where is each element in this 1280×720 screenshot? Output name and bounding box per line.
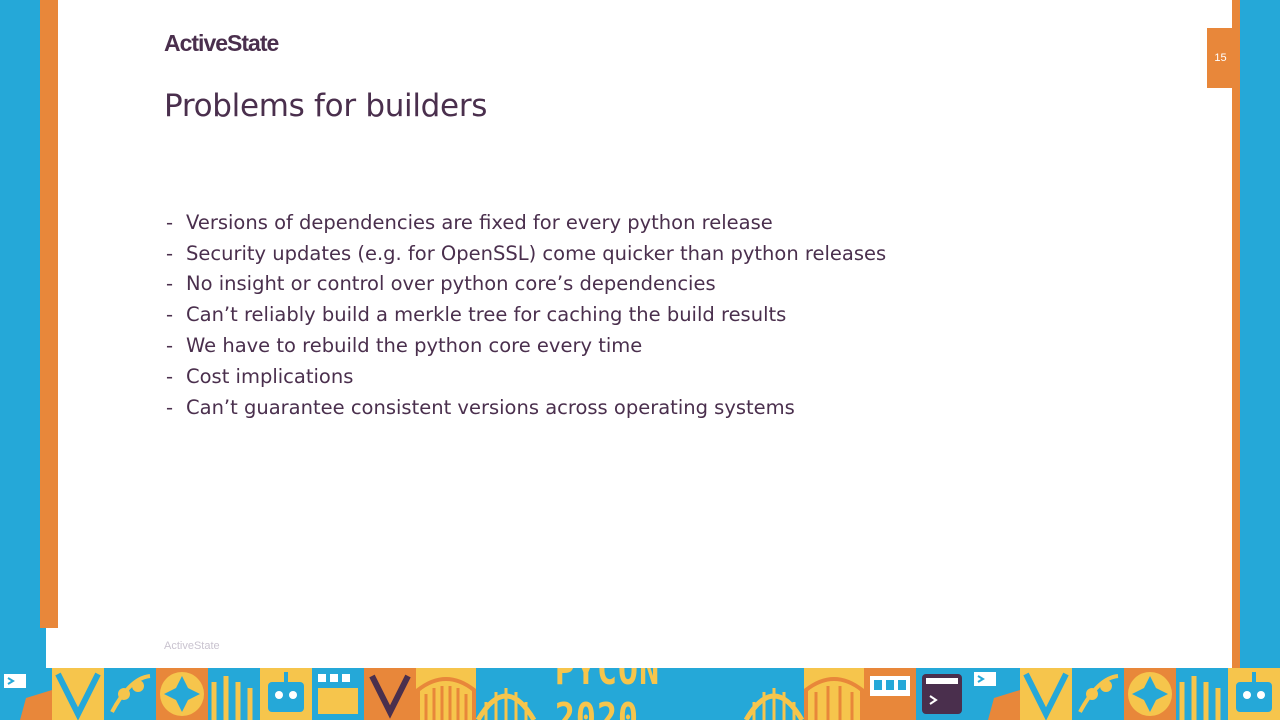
- bullet-marker: -: [166, 272, 174, 296]
- bullet-text: We have to rebuild the python core every…: [186, 334, 643, 358]
- bullet-item: - Cost implications: [166, 361, 886, 392]
- bullet-item: - No insight or control over python core’…: [166, 269, 886, 300]
- footer-logo: ActiveState: [164, 640, 220, 652]
- slide-title: Problems for builders: [164, 88, 488, 124]
- bullet-item: - Can’t reliably build a merkle tree for …: [166, 299, 886, 330]
- left-frame-blue: [0, 0, 40, 668]
- slide-corner: [46, 628, 58, 668]
- bullet-item: - Can’t guarantee consistent versions acr…: [166, 392, 886, 423]
- bullet-text: No insight or control over python core’s…: [186, 272, 716, 296]
- bullet-marker: -: [166, 241, 174, 265]
- bullet-marker: -: [166, 364, 174, 388]
- page-number-badge: 15: [1207, 28, 1234, 88]
- activestate-logo: ActiveState: [164, 30, 279, 56]
- bullet-marker: -: [166, 334, 174, 358]
- slide: ActiveState Problems for builders - Versi…: [58, 0, 1232, 668]
- bullet-marker: -: [166, 395, 174, 419]
- bullet-marker: -: [166, 303, 174, 327]
- bullet-item: - Versions of dependencies are fixed for …: [166, 207, 886, 238]
- right-frame-blue: [1240, 0, 1280, 668]
- conference-banner: PYCON 2020: [0, 668, 1280, 720]
- bullet-text: Cost implications: [186, 364, 354, 388]
- bullet-marker: -: [166, 210, 174, 234]
- bullet-list: - Versions of dependencies are fixed for …: [166, 207, 886, 423]
- banner-pattern-right-icon: [744, 668, 1280, 720]
- bullet-item: - Security updates (e.g. for OpenSSL) com…: [166, 238, 886, 269]
- pycon-wordmark-text: PYCON 2020: [554, 668, 661, 720]
- banner-pattern-left-icon: [0, 668, 536, 720]
- bullet-text: Can’t guarantee consistent versions acro…: [186, 395, 795, 419]
- right-frame-orange: [1232, 0, 1240, 668]
- bullet-text: Can’t reliably build a merkle tree for c…: [186, 303, 787, 327]
- bullet-text: Security updates (e.g. for OpenSSL) come…: [186, 241, 887, 265]
- left-frame-orange: [40, 0, 58, 628]
- bullet-item: - We have to rebuild the python core ever…: [166, 330, 886, 361]
- pycon-2020-wordmark: PYCON 2020: [536, 668, 744, 720]
- bullet-text: Versions of dependencies are fixed for e…: [186, 210, 773, 234]
